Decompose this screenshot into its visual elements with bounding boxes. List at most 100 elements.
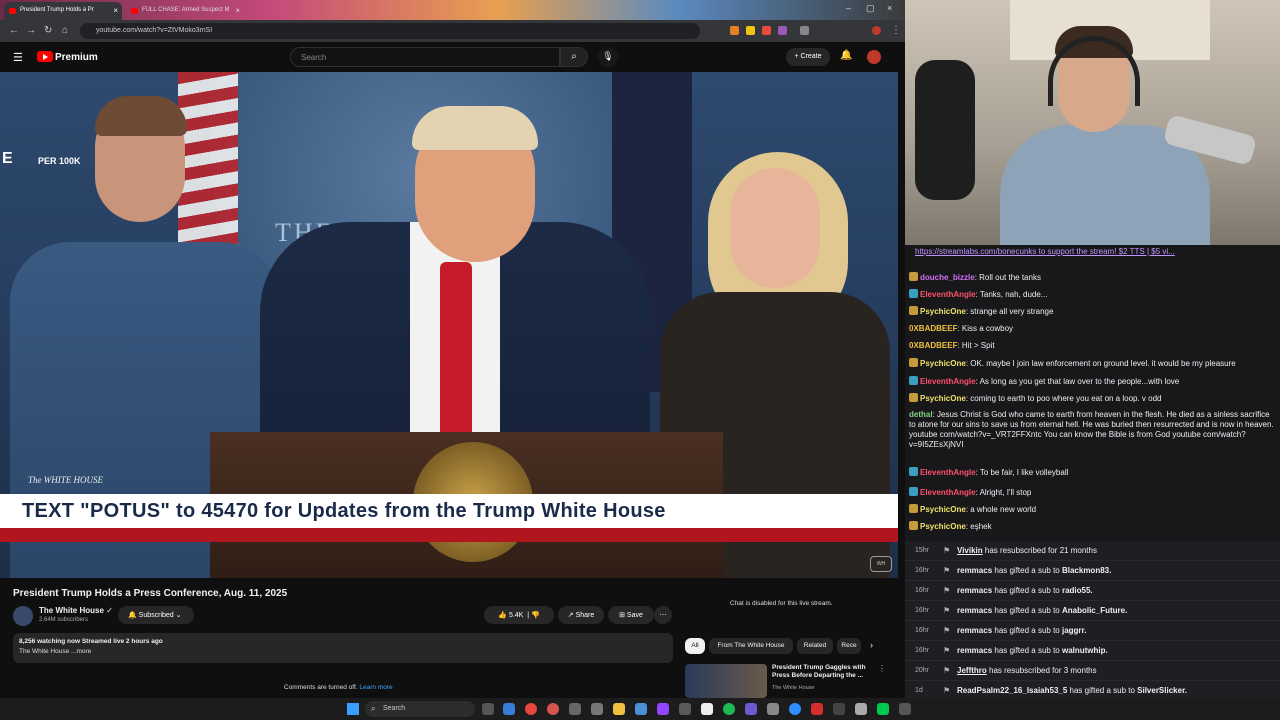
activity-target[interactable]: SilverSlicker.: [1137, 686, 1187, 695]
chip-recent[interactable]: Rece: [837, 638, 861, 654]
extension-icon[interactable]: [762, 26, 771, 35]
app-icon[interactable]: [833, 703, 845, 715]
file-explorer-icon[interactable]: [613, 703, 625, 715]
menu-kebab-icon[interactable]: ⋮: [891, 25, 901, 36]
channel-name[interactable]: The White House ✓: [39, 606, 113, 615]
app-icon[interactable]: [789, 703, 801, 715]
app-icon[interactable]: [745, 703, 757, 715]
activity-target[interactable]: walnutwhip.: [1062, 646, 1108, 655]
tab-inactive[interactable]: FULL CHASE: Armed Suspect M ×: [126, 2, 244, 20]
activity-user[interactable]: remmacs: [957, 586, 992, 595]
app-icon[interactable]: [701, 703, 713, 715]
back-icon[interactable]: ←: [9, 25, 19, 36]
close-tab-icon[interactable]: ×: [235, 6, 240, 15]
home-icon[interactable]: ⌂: [62, 25, 68, 36]
activity-target[interactable]: Anabolic_Future.: [1062, 606, 1127, 615]
activity-user[interactable]: remmacs: [957, 566, 992, 575]
streamlabs-link[interactable]: https://streamlabs.com/bonecunks: [915, 247, 1036, 256]
chevron-right-icon[interactable]: ›: [870, 640, 873, 650]
url-field[interactable]: youtube.com/watch?v=ZtVMoko3mSI: [80, 23, 700, 39]
notifications-bell-icon[interactable]: 🔔: [840, 50, 852, 61]
taskbar-search[interactable]: ⌕ Search: [365, 701, 475, 717]
recommended-thumbnail[interactable]: [685, 664, 767, 698]
chat-username[interactable]: PsychicOne: [920, 505, 966, 514]
channel-avatar[interactable]: [13, 606, 33, 626]
banner-text: TEXT "POTUS" to 45470 for Updates from t…: [22, 500, 666, 522]
activity-user[interactable]: remmacs: [957, 626, 992, 635]
search-input[interactable]: Search: [290, 47, 560, 67]
recommended-title[interactable]: President Trump Gaggles with Press Befor…: [772, 664, 872, 680]
app-icon[interactable]: [767, 703, 779, 715]
close-window-icon[interactable]: ×: [887, 3, 892, 13]
account-avatar[interactable]: [867, 50, 881, 64]
chat-username[interactable]: PsychicOne: [920, 359, 966, 368]
activity-user[interactable]: Vivikin: [957, 546, 983, 555]
more-actions-button[interactable]: ⋯: [654, 606, 672, 624]
save-button[interactable]: ⊞ Save: [608, 606, 654, 624]
maximize-icon[interactable]: ▢: [866, 3, 875, 14]
description-box[interactable]: 8,256 watching now Streamed live 2 hours…: [13, 633, 673, 663]
activity-user[interactable]: Jeffthro: [957, 666, 987, 675]
spotify-icon[interactable]: [723, 703, 735, 715]
chat-username[interactable]: dethal: [909, 410, 933, 419]
forward-icon[interactable]: →: [26, 25, 36, 36]
app-icon[interactable]: [811, 703, 823, 715]
activity-target[interactable]: Blackmon83.: [1062, 566, 1111, 575]
chip-all[interactable]: All: [685, 638, 705, 654]
brand-label[interactable]: Premium: [55, 52, 98, 63]
extension-icon[interactable]: [778, 26, 787, 35]
chip-from-the-white-house[interactable]: From The White House: [709, 638, 793, 654]
chat-username[interactable]: EleventhAngle: [920, 488, 976, 497]
chat-username[interactable]: EleventhAngle: [920, 290, 976, 299]
chat-username[interactable]: 0XBADBEEF: [909, 324, 957, 333]
extension-icon[interactable]: [730, 26, 739, 35]
chat-username[interactable]: PsychicOne: [920, 307, 966, 316]
video-player[interactable]: THE WH HOUSE E PER 100K The WHITE HOUSE …: [0, 72, 898, 578]
app-icon[interactable]: [657, 703, 669, 715]
app-icon[interactable]: [569, 703, 581, 715]
activity-user[interactable]: remmacs: [957, 606, 992, 615]
chat-username[interactable]: EleventhAngle: [920, 377, 976, 386]
search-button[interactable]: ⌕: [560, 47, 588, 67]
windows-start-icon[interactable]: [347, 703, 359, 715]
hamburger-menu-icon[interactable]: ☰: [13, 51, 23, 64]
activity-target[interactable]: radio55.: [1062, 586, 1093, 595]
app-icon[interactable]: [547, 703, 559, 715]
youtube-logo-icon[interactable]: [37, 51, 53, 62]
activity-user[interactable]: remmacs: [957, 646, 992, 655]
profile-icon[interactable]: [872, 26, 881, 35]
create-button[interactable]: + Create: [786, 48, 830, 66]
close-tab-icon[interactable]: ×: [113, 6, 118, 15]
app-icon[interactable]: [899, 703, 911, 715]
extensions-puzzle-icon[interactable]: [800, 26, 809, 35]
chat-username[interactable]: douche_bizzle: [920, 273, 975, 282]
subscribed-button[interactable]: 🔔 Subscribed ⌄: [118, 606, 194, 624]
reload-icon[interactable]: ↻: [44, 25, 52, 36]
like-icon[interactable]: 👍: [498, 612, 507, 619]
activity-target[interactable]: jaggrr.: [1062, 626, 1086, 635]
dislike-icon[interactable]: 👎: [531, 612, 540, 619]
app-icon[interactable]: [877, 703, 889, 715]
like-dislike-group[interactable]: 👍 5.4K | 👎: [484, 606, 554, 624]
extension-icon[interactable]: [746, 26, 755, 35]
chat-username[interactable]: PsychicOne: [920, 394, 966, 403]
app-icon[interactable]: [635, 703, 647, 715]
chrome-icon[interactable]: [525, 703, 537, 715]
chip-related[interactable]: Related: [797, 638, 833, 654]
chat-username[interactable]: PsychicOne: [920, 522, 966, 531]
learn-more-link[interactable]: Learn more: [359, 684, 392, 691]
activity-user[interactable]: ReadPsalm22_16_Isaiah53_5: [957, 686, 1067, 695]
more-vertical-icon[interactable]: ⋮: [878, 664, 886, 673]
app-icon[interactable]: [855, 703, 867, 715]
share-button[interactable]: ↗ Share: [558, 606, 604, 624]
app-icon[interactable]: [679, 703, 691, 715]
app-icon[interactable]: [591, 703, 603, 715]
task-view-icon[interactable]: [482, 703, 494, 715]
tab-active[interactable]: President Trump Holds a Pr ×: [4, 2, 122, 20]
voice-search-button[interactable]: 🎙: [598, 47, 618, 67]
lower-third-banner: TEXT "POTUS" to 45470 for Updates from t…: [0, 494, 898, 528]
chat-username[interactable]: 0XBADBEEF: [909, 341, 957, 350]
minimize-icon[interactable]: –: [846, 3, 851, 13]
edge-icon[interactable]: [503, 703, 515, 715]
chat-username[interactable]: EleventhAngle: [920, 468, 976, 477]
